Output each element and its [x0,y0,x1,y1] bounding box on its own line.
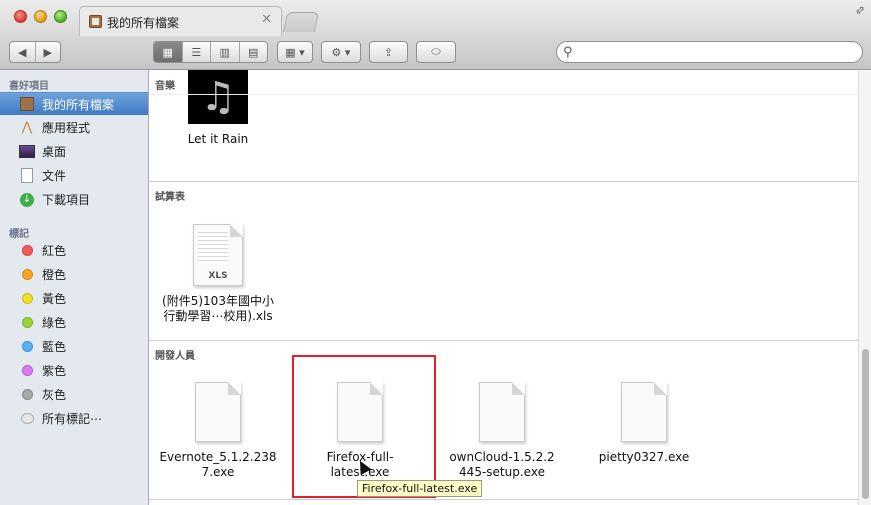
sidebar-item-label: 灰色 [42,388,67,402]
xls-file-icon: XLS [193,224,243,286]
file-name-line-1: pietty0327.exe [598,450,690,464]
file-item-pietty[interactable]: pietty0327.exe [579,382,709,465]
sidebar-item-applications[interactable]: ⋀ 應用程式 [0,116,148,139]
sidebar-tag-green[interactable]: 綠色 [0,311,148,334]
new-tab-button[interactable] [282,12,320,32]
view-mode-control: ▦ ☰ ▥ ▤ [153,41,268,63]
section-header-developer: 開發人員 [155,351,195,362]
fullscreen-icon[interactable]: ⇔ [851,1,868,18]
search-icon: ⚲ [563,45,573,60]
tags-header: 標記 [9,229,29,240]
sidebar-tag-yellow[interactable]: 黃色 [0,287,148,310]
sidebar-item-label: 我的所有檔案 [42,97,115,112]
sidebar-tag-blue[interactable]: 藍色 [0,335,148,358]
vertical-scrollbar[interactable] [858,70,871,505]
zoom-window-button[interactable] [54,10,67,23]
tab-title: 我的所有檔案 [107,16,180,30]
sidebar-tag-red[interactable]: 紅色 [0,239,148,262]
all-tags-icon [20,413,34,424]
arrange-button[interactable]: ▦ ▾ [277,41,313,63]
view-icons-button[interactable]: ▦ [154,42,183,62]
minimize-window-button[interactable] [34,10,47,23]
sidebar-item-label: 文件 [42,169,67,183]
sidebar-item-label: 應用程式 [42,121,91,135]
section-header-spreadsheets: 試算表 [155,192,185,203]
sidebar-item-all-my-files[interactable]: 我的所有檔案 [0,92,148,115]
exe-file-icon [195,382,241,442]
blue-tag-icon [21,341,33,352]
downloads-icon: ↓ [19,192,35,208]
share-button[interactable]: ⇪ [369,41,408,63]
green-tag-icon [21,317,33,328]
sidebar-tag-gray[interactable]: 灰色 [0,383,148,406]
back-button[interactable]: ◀ [10,42,36,62]
sidebar-item-documents[interactable]: 文件 [0,164,148,187]
file-name-line-2: 7.exe [201,465,235,479]
yellow-tag-icon [21,293,33,304]
sidebar-tag-orange[interactable]: 橙色 [0,263,148,286]
file-item-owncloud[interactable]: ownCloud-1.5.2.2 445-setup.exe [437,382,567,480]
sidebar: 喜好項目 我的所有檔案 ⋀ 應用程式 桌面 文件 ↓ 下載項目 標記 紅色 橙色… [0,70,149,505]
tab-all-my-files[interactable]: 我的所有檔案 ✕ [79,6,282,36]
file-name-line-1: ownCloud-1.5.2.2 [449,450,555,464]
close-window-button[interactable] [14,10,27,23]
file-name-line-2: 445-setup.exe [459,465,545,479]
red-highlight-box [292,355,436,498]
sidebar-all-tags[interactable]: 所有標記⋯ [0,407,148,430]
file-name-line-2: 行動學習⋯校用).xls [163,309,273,323]
view-columns-button[interactable]: ▥ [211,42,240,62]
search-field[interactable]: ⚲ [556,41,863,63]
gray-tag-icon [21,389,33,400]
file-item-evernote[interactable]: Evernote_5.1.2.238 7.exe [153,382,283,480]
back-forward-control: ◀ ▶ [9,41,61,63]
file-content-area: 音樂 ♫ Let it Rain 試算表 XLS (附件5)103年國中小 行動… [149,70,871,505]
file-name-line-1: Evernote_5.1.2.238 [159,450,277,464]
sidebar-item-label: 紫色 [42,364,67,378]
sidebar-item-label: 紅色 [42,244,67,258]
filename-tooltip: Firefox-full-latest.exe [357,480,483,497]
tab-close-icon[interactable]: ✕ [261,12,272,27]
sidebar-tag-purple[interactable]: 紫色 [0,359,148,382]
orange-tag-icon [21,269,33,280]
sidebar-item-label: 橙色 [42,268,67,282]
documents-icon [19,168,35,184]
applications-icon: ⋀ [21,120,33,135]
favorites-header: 喜好項目 [9,81,49,92]
view-list-button[interactable]: ☰ [183,42,211,62]
all-files-icon [89,15,102,28]
tags-button[interactable]: ⬭ [416,41,456,63]
forward-button[interactable]: ▶ [36,42,61,62]
search-input[interactable] [581,44,855,62]
sidebar-item-downloads[interactable]: ↓ 下載項目 [0,188,148,211]
sidebar-item-desktop[interactable]: 桌面 [0,140,148,163]
sidebar-item-label: 下載項目 [42,193,91,207]
finder-window: 我的所有檔案 ✕ ⇔ ◀ ▶ ▦ ☰ ▥ ▤ ▦ ▾ ⚙ ▾ ⇪ ⬭ ⚲ 喜好項… [0,0,871,505]
toolbar: ◀ ▶ ▦ ☰ ▥ ▤ ▦ ▾ ⚙ ▾ ⇪ ⬭ ⚲ [0,36,871,70]
file-name: Let it Rain [187,132,249,146]
sidebar-item-label: 藍色 [42,340,67,354]
sidebar-item-label: 黃色 [42,292,67,306]
scrollbar-thumb[interactable] [862,349,869,499]
sidebar-item-label: 綠色 [42,316,67,330]
file-item-let-it-rain[interactable]: ♫ Let it Rain [153,70,283,147]
exe-file-icon [621,382,667,442]
file-name-line-1: (附件5)103年國中小 [162,294,274,308]
purple-tag-icon [21,365,33,376]
title-bar: 我的所有檔案 ✕ ⇔ [0,0,871,36]
action-gear-button[interactable]: ⚙ ▾ [321,41,361,63]
file-item-xls[interactable]: XLS (附件5)103年國中小 行動學習⋯校用).xls [153,224,283,324]
exe-file-icon [479,382,525,442]
sidebar-item-label: 所有標記⋯ [42,412,103,426]
view-coverflow-button[interactable]: ▤ [240,42,268,62]
sidebar-item-label: 桌面 [42,145,67,159]
music-album-icon: ♫ [188,70,248,124]
desktop-icon [19,144,35,160]
all-files-icon [19,96,35,112]
red-tag-icon [21,245,33,256]
